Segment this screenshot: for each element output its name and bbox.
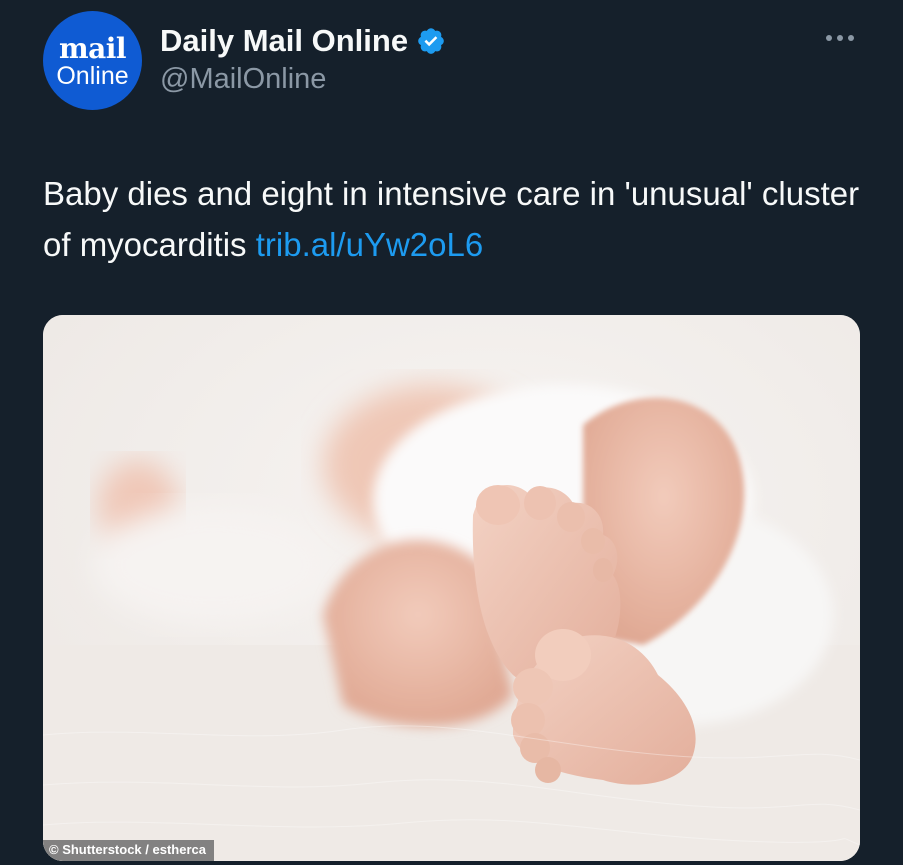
- more-dot: [837, 35, 843, 41]
- avatar-logo-online: Online: [56, 61, 129, 90]
- author-name-row: Daily Mail Online: [160, 21, 446, 61]
- avatar-logo-mail: mail: [58, 31, 127, 65]
- more-dot: [826, 35, 832, 41]
- more-dot: [848, 35, 854, 41]
- tweet-media-image[interactable]: © Shutterstock / estherca: [43, 315, 860, 861]
- baby-feet-photo: [43, 315, 860, 861]
- verified-badge-icon: [416, 26, 446, 56]
- tweet-link[interactable]: trib.al/uYw2oL6: [256, 226, 483, 263]
- display-name[interactable]: Daily Mail Online: [160, 23, 408, 59]
- tweet-text: Baby dies and eight in intensive care in…: [43, 168, 873, 270]
- more-options-icon[interactable]: [820, 28, 860, 48]
- photo-credit: © Shutterstock / estherca: [43, 840, 214, 861]
- author-handle[interactable]: @MailOnline: [160, 63, 326, 96]
- avatar[interactable]: mail Online: [43, 11, 142, 110]
- tweet-card: mail Online Daily Mail Online @MailOnlin…: [0, 0, 903, 865]
